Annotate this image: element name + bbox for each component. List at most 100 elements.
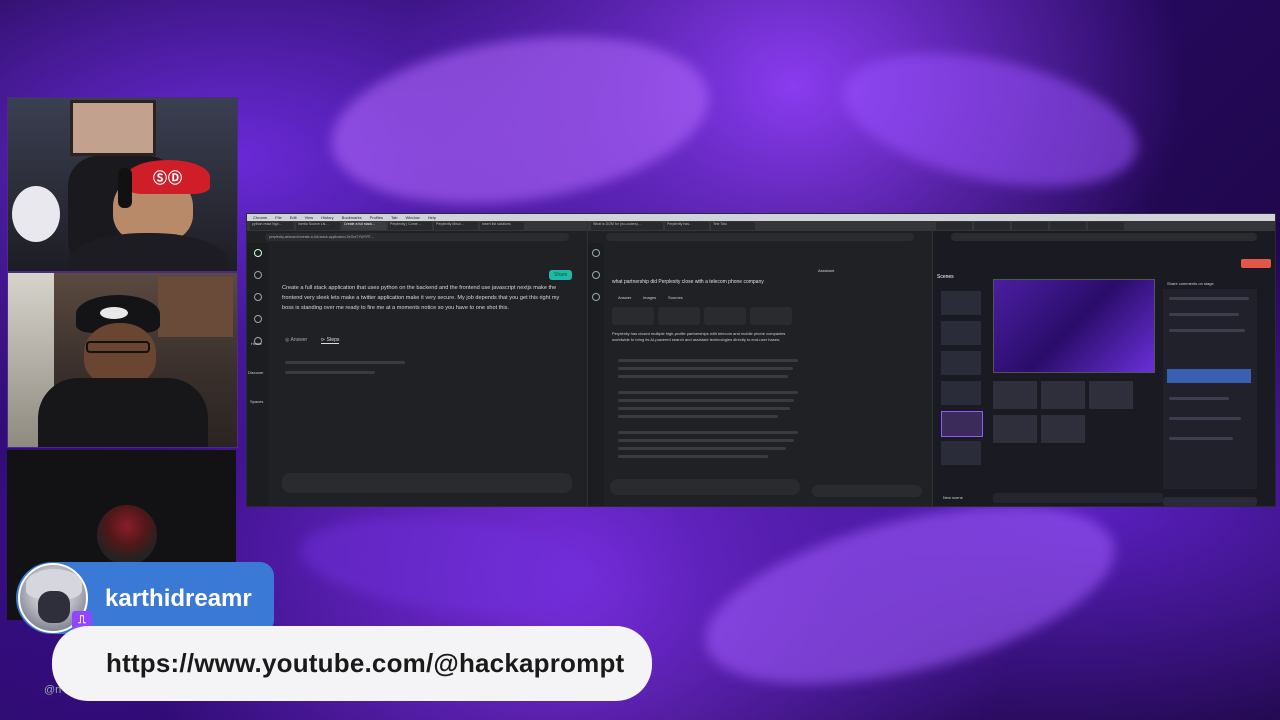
- desktop-screenshot: Chrome File Edit View History Bookmarks …: [246, 213, 1276, 507]
- menu-item[interactable]: File: [275, 215, 281, 220]
- background-swirl: [688, 471, 1132, 719]
- tab-images[interactable]: Images: [643, 295, 656, 301]
- menu-item[interactable]: Edit: [290, 215, 297, 220]
- perplexity-sidebar: [588, 243, 604, 506]
- discover-icon[interactable]: [254, 315, 262, 323]
- answer-body: Perplexity has closed multiple high-prof…: [612, 331, 786, 342]
- browser-window-right: Scenes New scene Share comments on stage: [933, 221, 1275, 506]
- new-thread-icon[interactable]: [254, 271, 262, 279]
- sidebar-label-discover[interactable]: Discover: [248, 370, 264, 376]
- tab-strip: [933, 221, 1275, 231]
- chat-message: [1169, 313, 1239, 316]
- answer-line: [618, 415, 778, 418]
- chat-input[interactable]: [1163, 497, 1257, 506]
- browser-tab[interactable]: [936, 222, 972, 230]
- menu-item[interactable]: History: [321, 215, 333, 220]
- chat-message: [1169, 329, 1245, 332]
- menu-item[interactable]: Help: [428, 215, 436, 220]
- tab-answer[interactable]: Answer: [618, 295, 631, 301]
- menu-item[interactable]: Bookmarks: [342, 215, 362, 220]
- username-label: karthidreamr: [105, 585, 252, 612]
- tab-answer[interactable]: ◎ Answer: [285, 337, 307, 343]
- chat-title: Share comments on stage: [1167, 281, 1214, 286]
- webcam-middle: [7, 272, 238, 448]
- menu-item[interactable]: Window: [405, 215, 419, 220]
- source-card[interactable]: [612, 307, 654, 325]
- new-thread-icon[interactable]: [592, 271, 600, 279]
- stage-source[interactable]: [1089, 381, 1133, 409]
- answer-line: [618, 455, 768, 458]
- sidebar-label-home[interactable]: Home: [251, 341, 262, 347]
- studio-toolbar: [993, 493, 1163, 503]
- perplexity-logo-icon[interactable]: [592, 249, 600, 257]
- avatar-face: [38, 591, 70, 623]
- answer-line: [618, 431, 798, 434]
- scene-thumb[interactable]: [941, 291, 981, 315]
- perplexity-logo-icon[interactable]: [254, 249, 262, 257]
- scene-thumb[interactable]: [941, 321, 981, 345]
- address-bar[interactable]: perplexity.ai/search/create-a-full-stack…: [265, 233, 569, 241]
- share-button[interactable]: Share: [549, 270, 573, 280]
- browser-tab[interactable]: Perplexity Misui…: [434, 222, 478, 230]
- browser-tab[interactable]: Tele Talo: [711, 222, 755, 230]
- scene-thumb[interactable]: [941, 351, 981, 375]
- tab-strip: What is DOM for (no-coders)… Perplexity …: [588, 221, 932, 231]
- stage-source[interactable]: [993, 415, 1037, 443]
- menu-item[interactable]: Tab: [391, 215, 397, 220]
- browser-tab[interactable]: [1012, 222, 1048, 230]
- address-bar[interactable]: [606, 233, 914, 241]
- address-bar[interactable]: [951, 233, 1257, 241]
- shelf: [158, 277, 233, 337]
- answer-line: [618, 439, 794, 442]
- source-card[interactable]: [658, 307, 700, 325]
- scene-thumb[interactable]: [941, 381, 981, 405]
- assistant-input[interactable]: [812, 485, 922, 497]
- browser-tab[interactable]: Perplexity has…: [665, 222, 709, 230]
- browser-tab[interactable]: Create a full stack…: [342, 222, 386, 230]
- youtube-url: https://www.youtube.com/@hackaprompt: [106, 648, 625, 678]
- browser-tab[interactable]: [1088, 222, 1124, 230]
- browser-tab[interactable]: Inertia Source Lis…: [296, 222, 340, 230]
- scene-thumb[interactable]: [941, 411, 983, 437]
- handle-fragment: @n: [44, 684, 62, 696]
- browser-tab[interactable]: Insert list solutions: [480, 222, 524, 230]
- background-swirl: [296, 504, 604, 626]
- source-card[interactable]: [704, 307, 746, 325]
- menu-item[interactable]: Chrome: [253, 215, 267, 220]
- eagles-logo-icon: [100, 307, 128, 319]
- chat-message: [1169, 437, 1233, 440]
- streamer-face: [84, 323, 156, 385]
- stage-source[interactable]: [1041, 415, 1085, 443]
- assistant-label: Assistant: [818, 268, 835, 273]
- chat-message: [1169, 297, 1249, 300]
- home-icon[interactable]: [254, 293, 262, 301]
- tab-steps[interactable]: ⊳ Steps: [321, 337, 340, 344]
- background-swirl: [320, 14, 720, 226]
- cap-logo: ⓈⒹ: [153, 170, 183, 186]
- stage-source[interactable]: [1041, 381, 1085, 409]
- webcam-top: ⓈⒹ: [7, 97, 238, 272]
- scene-thumb[interactable]: [941, 441, 981, 465]
- sidebar-label-spaces[interactable]: Spaces: [250, 399, 263, 405]
- go-live-button[interactable]: [1241, 259, 1271, 268]
- browser-tab[interactable]: [1050, 222, 1086, 230]
- new-scene-button[interactable]: New scene: [943, 495, 963, 501]
- perplexity-sidebar: Home Discover Spaces: [247, 243, 269, 506]
- home-icon[interactable]: [592, 293, 600, 301]
- followup-input[interactable]: [610, 479, 800, 495]
- chat-message: [1169, 417, 1241, 420]
- menu-item[interactable]: Profiles: [370, 215, 383, 220]
- source-card[interactable]: [750, 307, 792, 325]
- browser-tab[interactable]: What is DOM for (no-coders)…: [591, 222, 663, 230]
- streamer-body: [38, 378, 208, 447]
- browser-tab[interactable]: [974, 222, 1010, 230]
- stage-source[interactable]: [993, 381, 1037, 409]
- browser-tab[interactable]: python react Ngo…: [250, 222, 294, 230]
- answer-line: [618, 399, 794, 402]
- chat-panel: [1163, 289, 1257, 489]
- tab-sources[interactable]: Sources: [668, 295, 683, 301]
- followup-input[interactable]: [282, 473, 572, 493]
- browser-tab[interactable]: Perplexity | Come…: [388, 222, 432, 230]
- loading-line: [285, 361, 405, 364]
- menu-item[interactable]: View: [305, 215, 314, 220]
